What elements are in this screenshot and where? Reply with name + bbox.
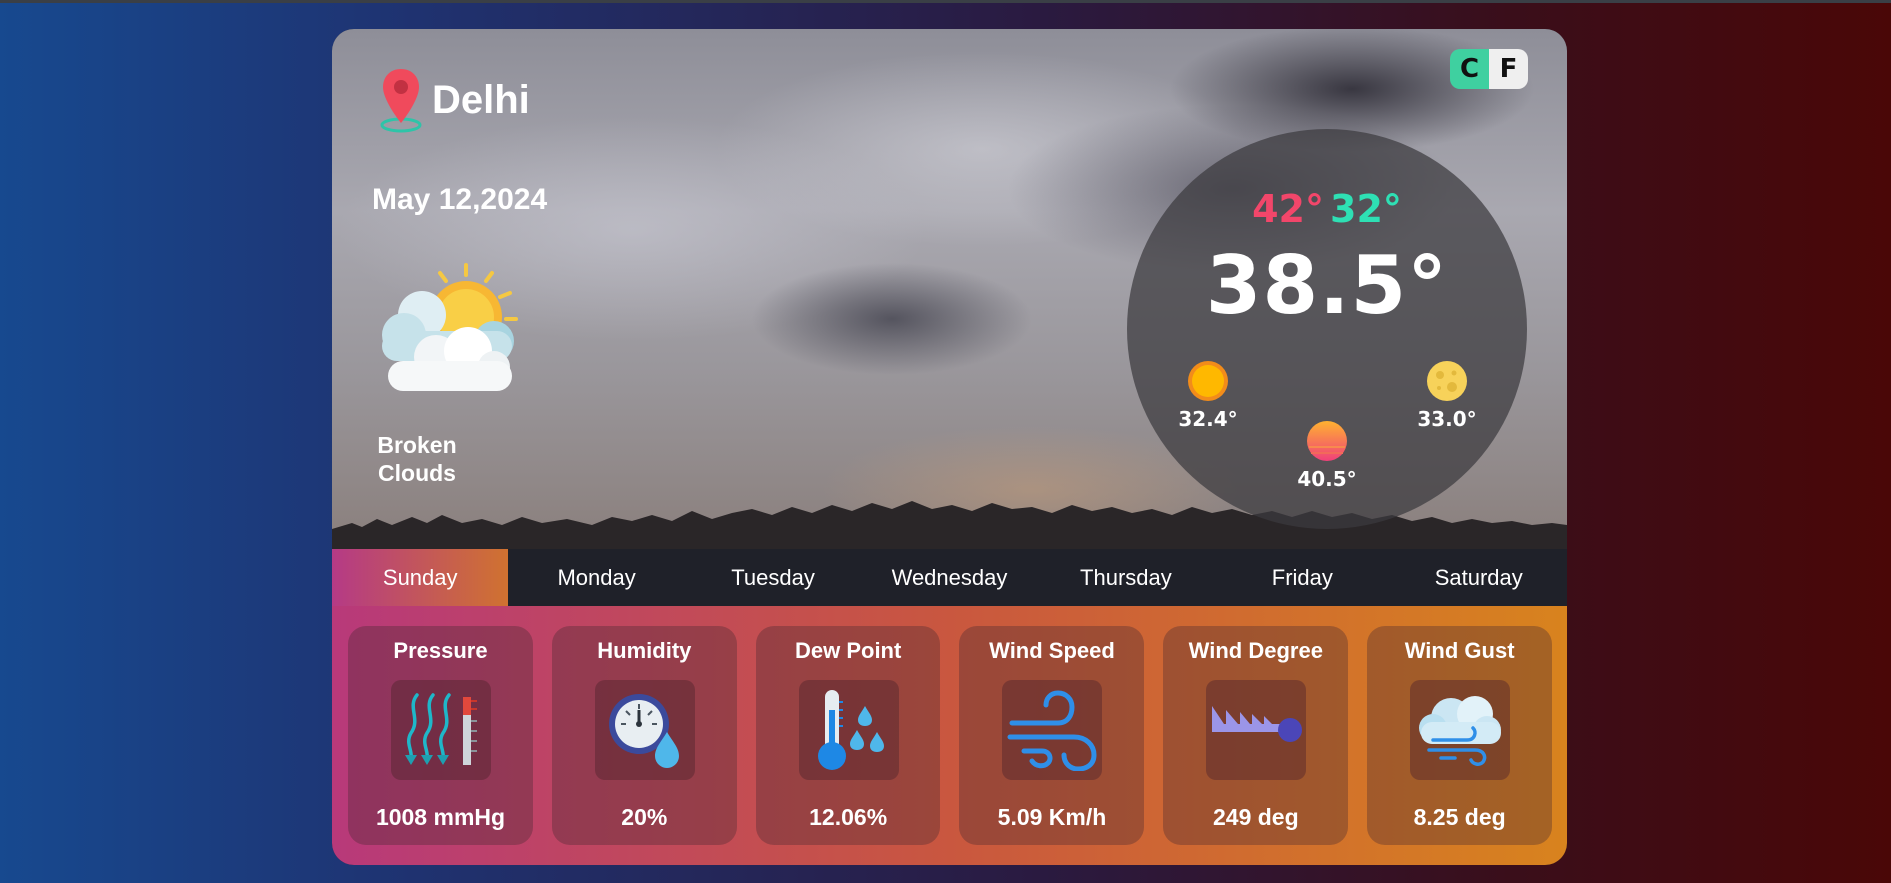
stat-icon-box	[1206, 680, 1307, 780]
pressure-icon	[405, 693, 477, 765]
wind-icon	[1007, 690, 1097, 771]
moon-temperature: 33.0°	[1402, 359, 1492, 431]
stat-value: 12.06%	[809, 804, 888, 830]
stat-card-pressure: Pressure 1008 mmHg	[348, 626, 533, 845]
stat-value: 5.09 Km/h	[997, 804, 1107, 830]
sun-temperature-value: 32.4°	[1178, 407, 1238, 431]
stat-card-wind-speed: Wind Speed 5.09 Km/h	[959, 626, 1145, 845]
sunset-temperature: 40.5°	[1282, 419, 1372, 491]
map-pin-icon	[380, 69, 422, 133]
tab-tuesday[interactable]: Tuesday	[685, 549, 861, 606]
sunset-icon	[1307, 421, 1347, 461]
stat-title: Wind Degree	[1188, 638, 1323, 663]
tab-saturday[interactable]: Saturday	[1391, 549, 1567, 606]
stat-card-wind-gust: Wind Gust 8.25 deg	[1367, 626, 1552, 845]
window-top-border	[0, 0, 1891, 3]
celsius-button[interactable]: C	[1450, 49, 1489, 89]
sun-behind-clouds-icon	[382, 263, 518, 391]
stat-title: Humidity	[597, 638, 692, 663]
tab-wednesday[interactable]: Wednesday	[861, 549, 1037, 606]
stat-title: Pressure	[393, 638, 488, 663]
stat-title: Dew Point	[794, 638, 902, 663]
condition-text: Broken Clouds	[377, 432, 457, 486]
city-name: Delhi	[432, 77, 530, 122]
tab-monday[interactable]: Monday	[508, 549, 684, 606]
day-tabs: Sunday Monday Tuesday Wednesday Thursday…	[332, 549, 1567, 606]
tab-friday[interactable]: Friday	[1214, 549, 1390, 606]
humidity-gauge-icon	[608, 694, 679, 768]
stat-icon-box	[1002, 680, 1103, 780]
high-low-temperature: 42° 32°	[1127, 187, 1527, 231]
weather-stats: Pressure 1008 mmHg Humidity 20% Dew Poin…	[332, 606, 1567, 865]
weather-card: Delhi May 12,2024 Broken Clouds C F 42° …	[332, 29, 1567, 865]
tab-sunday[interactable]: Sunday	[332, 549, 509, 606]
sunset-temperature-value: 40.5°	[1297, 467, 1357, 491]
stat-icon-box	[1410, 680, 1511, 780]
stat-card-dew-point: Dew Point 12.06%	[755, 626, 941, 845]
sun-temperature: 32.4°	[1163, 359, 1253, 431]
stat-card-humidity: Humidity 20%	[551, 626, 737, 845]
sun-icon	[1188, 361, 1228, 401]
stat-card-wind-degree: Wind Degree 249 deg	[1163, 626, 1349, 845]
stat-value: 8.25 deg	[1413, 804, 1506, 830]
stat-icon-box	[798, 680, 899, 780]
temperature-panel: 42° 32° 38.5° 32.4° 40.5° 33.0°	[1127, 129, 1527, 529]
stat-title: Wind Speed	[989, 638, 1115, 663]
current-temperature: 38.5°	[1205, 239, 1449, 332]
wind-direction-icon	[1212, 706, 1303, 742]
moon-icon	[1427, 361, 1467, 401]
fahrenheit-button[interactable]: F	[1489, 49, 1528, 89]
thermometer-droplets-icon	[817, 690, 884, 770]
weather-hero: Delhi May 12,2024 Broken Clouds C F 42° …	[332, 29, 1567, 549]
tab-thursday[interactable]: Thursday	[1038, 549, 1214, 606]
stat-value: 20%	[621, 804, 668, 830]
moon-temperature-value: 33.0°	[1417, 407, 1477, 431]
stat-title: Wind Gust	[1404, 638, 1515, 663]
stat-icon-box	[391, 680, 491, 780]
stat-icon-box	[594, 680, 695, 780]
stat-value: 249 deg	[1212, 804, 1299, 830]
stat-value: 1008 mmHg	[375, 804, 506, 830]
cloud-wind-icon	[1419, 696, 1502, 766]
high-temperature: 42°	[1252, 187, 1324, 231]
low-temperature: 32°	[1330, 187, 1402, 231]
location: Delhi	[380, 67, 530, 133]
unit-toggle: C F	[1450, 49, 1528, 89]
current-date: May 12,2024	[372, 183, 548, 216]
